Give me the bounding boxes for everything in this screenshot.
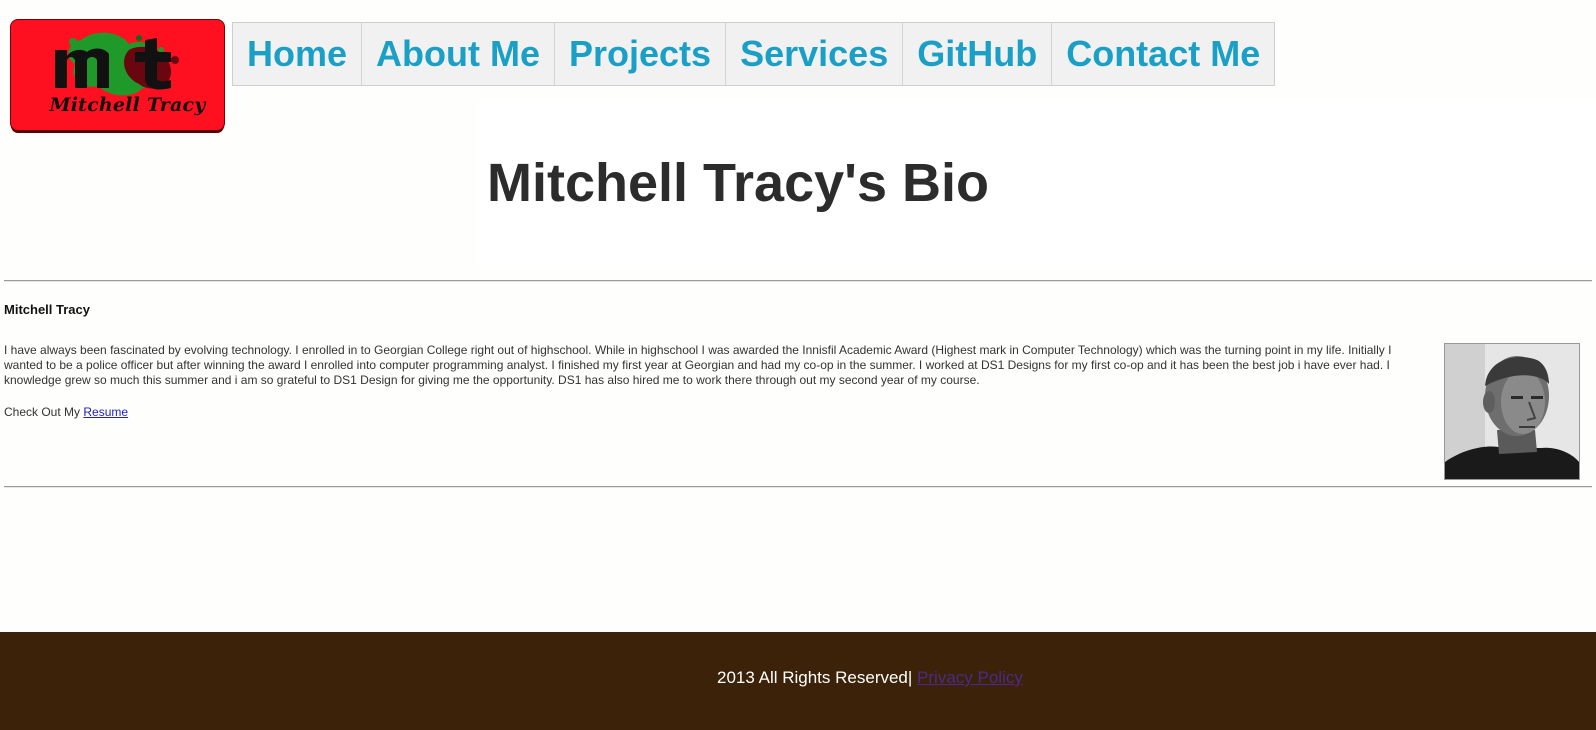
author-name: Mitchell Tracy — [4, 302, 90, 317]
nav-item-about-me[interactable]: About Me — [361, 23, 554, 85]
privacy-policy-link[interactable]: Privacy Policy — [917, 668, 1023, 687]
page-title: Mitchell Tracy's Bio — [487, 153, 990, 213]
portrait-image-icon — [1445, 344, 1579, 479]
portrait-photo — [1444, 343, 1580, 480]
footer-text-line: 2013 All Rights Reserved| Privacy Policy — [717, 668, 1023, 688]
divider-top — [4, 280, 1592, 282]
nav-item-services[interactable]: Services — [725, 23, 902, 85]
nav-item-github[interactable]: GitHub — [902, 23, 1051, 85]
copyright-text: 2013 All Rights Reserved| — [717, 668, 913, 687]
site-logo[interactable]: Mitchell Tracy — [11, 20, 224, 130]
bio-paragraph: I have always been fascinated by evolvin… — [4, 343, 1392, 387]
resume-line: Check Out My Resume — [4, 405, 128, 419]
main-nav: Home About Me Projects Services GitHub C… — [232, 22, 1276, 86]
resume-prefix: Check Out My — [4, 405, 81, 419]
nav-item-contact-me[interactable]: Contact Me — [1051, 23, 1274, 85]
resume-link[interactable]: Resume — [83, 405, 128, 419]
nav-item-projects[interactable]: Projects — [554, 23, 725, 85]
divider-bottom — [4, 486, 1592, 488]
logo-text: Mitchell Tracy — [49, 94, 206, 116]
nav-item-home[interactable]: Home — [233, 23, 361, 85]
